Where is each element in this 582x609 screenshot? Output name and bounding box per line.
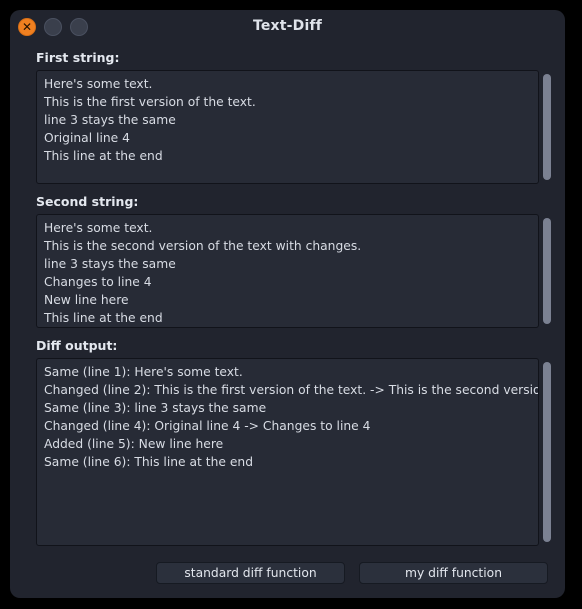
diff-output-label: Diff output:	[36, 338, 118, 353]
window-content: First string: Here's some text. This is …	[10, 44, 565, 598]
button-row: standard diff function my diff function	[10, 562, 565, 588]
window-title: Text-Diff	[252, 18, 323, 34]
my-diff-button[interactable]: my diff function	[359, 562, 548, 584]
first-string-editor-wrap: Here's some text. This is the first vers…	[36, 70, 539, 184]
first-string-label: First string:	[36, 50, 120, 65]
standard-diff-button[interactable]: standard diff function	[156, 562, 345, 584]
diff-output-text[interactable]: Same (line 1): Here's some text. Changed…	[36, 358, 539, 546]
screen: ✕ Text-Diff First string: Here's some te…	[0, 0, 582, 609]
second-string-label: Second string:	[36, 194, 139, 209]
second-string-editor-wrap: Here's some text. This is the second ver…	[36, 214, 539, 328]
text-diff-window: ✕ Text-Diff First string: Here's some te…	[10, 10, 565, 598]
first-string-scrollbar[interactable]	[543, 74, 551, 180]
first-string-input[interactable]: Here's some text. This is the first vers…	[36, 70, 539, 184]
second-string-input[interactable]: Here's some text. This is the second ver…	[36, 214, 539, 328]
title-bar[interactable]: ✕ Text-Diff	[10, 10, 565, 44]
diff-output-wrap: Same (line 1): Here's some text. Changed…	[36, 358, 539, 546]
second-string-scrollbar[interactable]	[543, 218, 551, 324]
diff-output-scrollbar[interactable]	[543, 362, 551, 542]
